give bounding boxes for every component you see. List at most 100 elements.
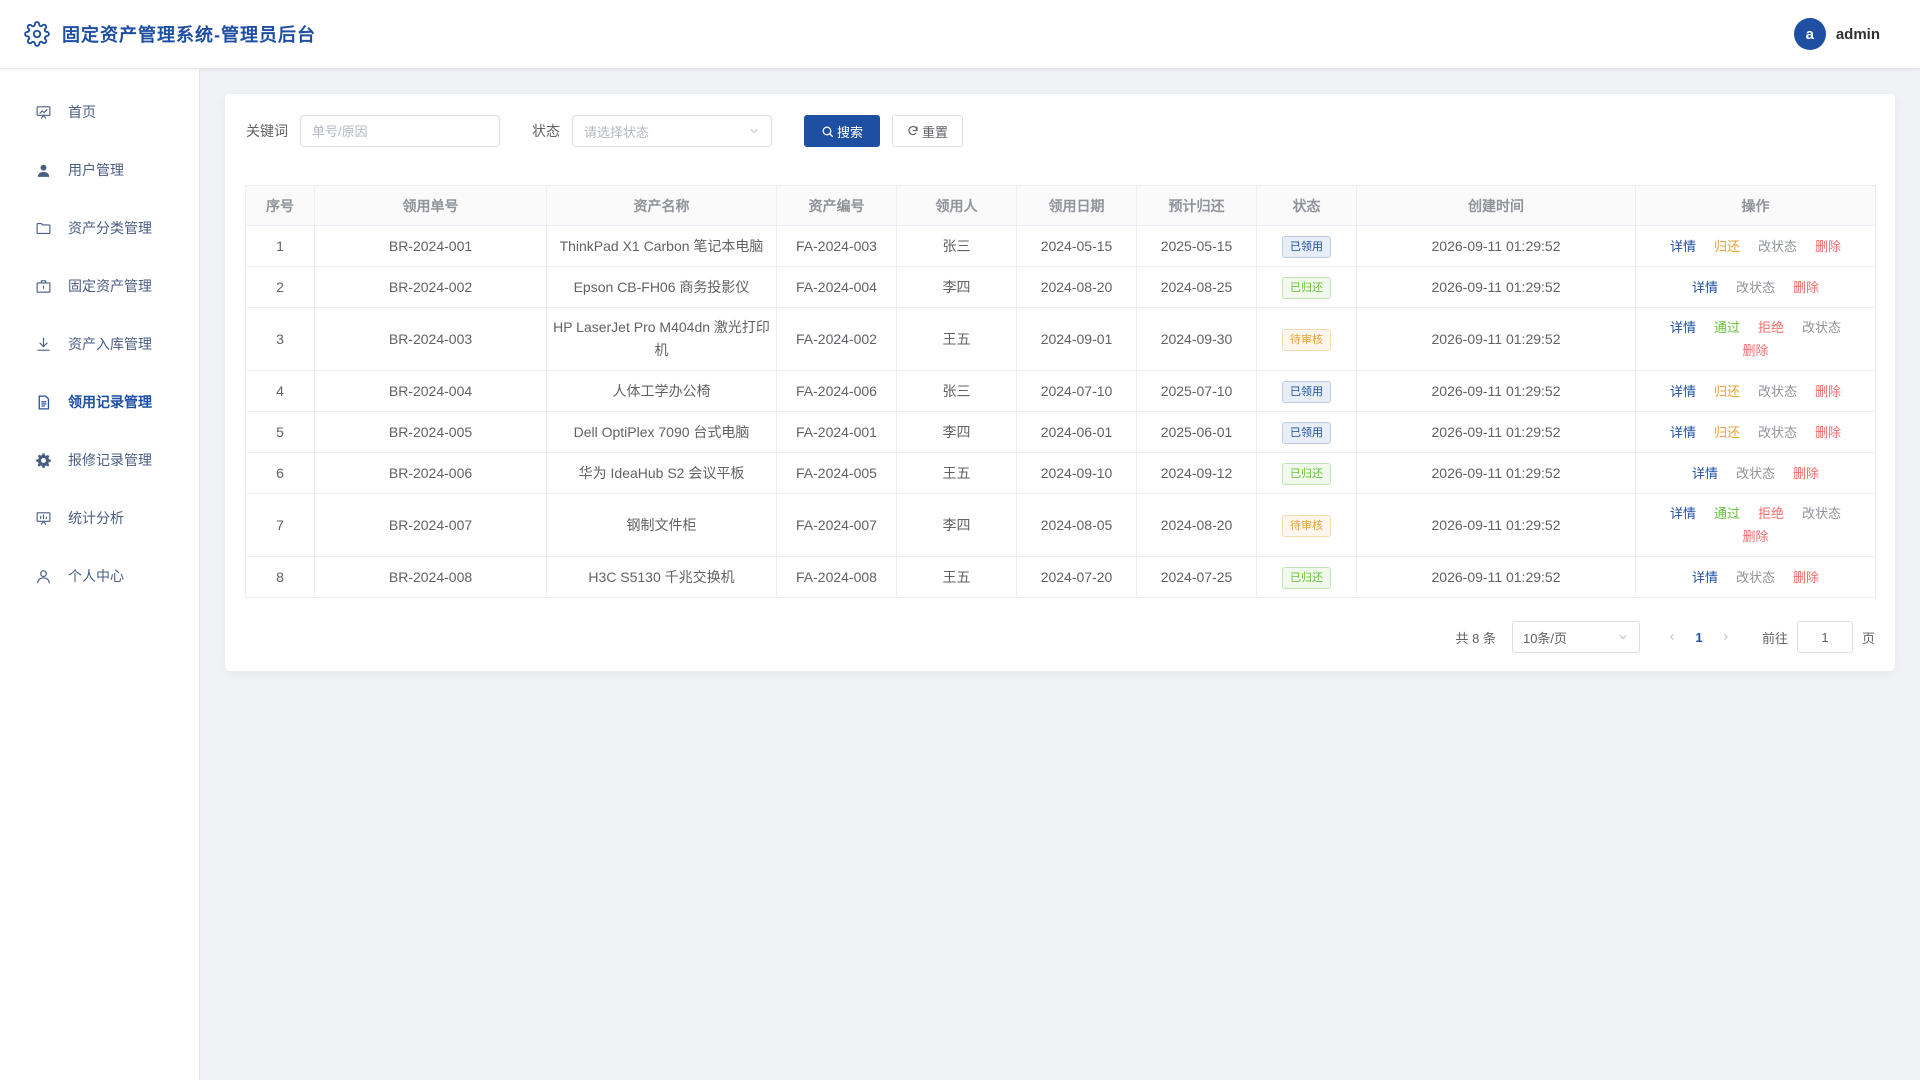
delete-link[interactable]: 删除: [1815, 380, 1841, 403]
sidebar-item-repair-records[interactable]: 报修记录管理: [0, 431, 199, 489]
cell-person: 李四: [896, 266, 1017, 308]
change-status-link[interactable]: 改状态: [1802, 316, 1841, 339]
cell-code: FA-2024-003: [776, 225, 897, 267]
cell-actions: 详情 通过 拒绝 改状态删除: [1635, 307, 1876, 371]
cell-person: 张三: [896, 370, 1017, 412]
app-title: 固定资产管理系统-管理员后台: [62, 25, 316, 45]
goto-page-input[interactable]: [1796, 621, 1853, 653]
sidebar-item-label: 个人中心: [68, 568, 124, 584]
detail-link[interactable]: 详情: [1670, 421, 1696, 444]
cell-date: 2024-09-01: [1016, 307, 1137, 371]
table-body: 1 BR-2024-001 ThinkPad X1 Carbon 笔记本电脑 FA-2…: [245, 225, 1876, 598]
cell-created: 2026-09-11 01:29:52: [1356, 556, 1636, 598]
filter-bar: 关键词 状态 请选择状态 搜索 重置: [246, 115, 964, 147]
delete-link[interactable]: 删除: [1793, 276, 1819, 299]
cell-actions: 详情 通过 拒绝 改状态删除: [1635, 493, 1876, 557]
sidebar-item-label: 资产分类管理: [68, 220, 152, 236]
change-status-link[interactable]: 改状态: [1758, 235, 1797, 258]
table-row: 1 BR-2024-001 ThinkPad X1 Carbon 笔记本电脑 FA-2…: [245, 225, 1876, 267]
cell-date: 2024-07-20: [1016, 556, 1137, 598]
table-row: 6 BR-2024-006 华为 IdeaHub S2 会议平板 FA-2024-00…: [245, 452, 1876, 494]
table-row: 4 BR-2024-004 人体工学办公椅 FA-2024-006 张三 2024-07-…: [245, 370, 1876, 412]
detail-link[interactable]: 详情: [1692, 276, 1718, 299]
detail-link[interactable]: 详情: [1692, 566, 1718, 589]
top-header: 固定资产管理系统-管理员后台 a admin: [0, 0, 1920, 69]
status-select-placeholder: 请选择状态: [584, 124, 650, 140]
approve-link[interactable]: 通过: [1714, 502, 1740, 525]
delete-link[interactable]: 删除: [1815, 421, 1841, 444]
cell-date: 2024-08-20: [1016, 266, 1137, 308]
column-header: 资产名称: [546, 185, 777, 226]
sidebar-item-label: 固定资产管理: [68, 278, 152, 294]
cell-code: FA-2024-002: [776, 307, 897, 371]
search-button[interactable]: 搜索: [804, 115, 881, 147]
refresh-icon: [907, 125, 919, 137]
cell-order: BR-2024-006: [314, 452, 547, 494]
cell-no: 5: [245, 411, 315, 453]
sidebar-item-inbound[interactable]: 资产入库管理: [0, 315, 199, 373]
sidebar-item-home[interactable]: 首页: [0, 83, 199, 141]
cell-no: 3: [245, 307, 315, 371]
column-header: 领用单号: [314, 185, 547, 226]
change-status-link[interactable]: 改状态: [1736, 566, 1775, 589]
change-status-link[interactable]: 改状态: [1758, 421, 1797, 444]
change-status-link[interactable]: 改状态: [1736, 462, 1775, 485]
user-menu[interactable]: a admin: [1793, 18, 1880, 50]
delete-link[interactable]: 删除: [1793, 462, 1819, 485]
avatar[interactable]: a: [1793, 18, 1826, 50]
reset-button[interactable]: 重置: [892, 115, 964, 147]
change-status-link[interactable]: 改状态: [1802, 502, 1841, 525]
return-link[interactable]: 归还: [1714, 421, 1740, 444]
cell-due: 2024-08-20: [1136, 493, 1257, 557]
reject-link[interactable]: 拒绝: [1758, 502, 1784, 525]
delete-link[interactable]: 删除: [1815, 235, 1841, 258]
document-icon: [34, 393, 52, 411]
next-page-button[interactable]: [1714, 629, 1738, 645]
detail-link[interactable]: 详情: [1670, 235, 1696, 258]
reset-button-label: 重置: [922, 124, 949, 140]
prev-page-button[interactable]: [1660, 629, 1684, 645]
search-icon: [821, 125, 834, 138]
keyword-label: 关键词: [246, 123, 288, 139]
delete-link[interactable]: 删除: [1793, 566, 1819, 589]
page-number-current[interactable]: 1: [1684, 630, 1714, 645]
sidebar-item-profile[interactable]: 个人中心: [0, 547, 199, 605]
keyword-input[interactable]: [300, 115, 500, 147]
cell-order: BR-2024-005: [314, 411, 547, 453]
return-link[interactable]: 归还: [1714, 380, 1740, 403]
change-status-link[interactable]: 改状态: [1736, 276, 1775, 299]
return-link[interactable]: 归还: [1714, 235, 1740, 258]
sidebar-item-categories[interactable]: 资产分类管理: [0, 199, 199, 257]
cell-actions: 详情 归还 改状态 删除: [1635, 370, 1876, 412]
cell-status: 已归还: [1256, 266, 1357, 308]
cell-order: BR-2024-002: [314, 266, 547, 308]
delete-link[interactable]: 删除: [1742, 525, 1768, 548]
cell-date: 2024-08-05: [1016, 493, 1137, 557]
cell-due: 2024-09-30: [1136, 307, 1257, 371]
cell-due: 2024-09-12: [1136, 452, 1257, 494]
total-count: 共 8 条: [1455, 630, 1496, 646]
cell-code: FA-2024-007: [776, 493, 897, 557]
sidebar-item-statistics[interactable]: 统计分析: [0, 489, 199, 547]
detail-link[interactable]: 详情: [1670, 380, 1696, 403]
username[interactable]: admin: [1836, 26, 1880, 43]
dashboard-icon: [34, 103, 52, 121]
detail-link[interactable]: 详情: [1692, 462, 1718, 485]
detail-link[interactable]: 详情: [1670, 316, 1696, 339]
page-size-select[interactable]: 10条/页: [1511, 621, 1640, 653]
cell-order: BR-2024-001: [314, 225, 547, 267]
status-select[interactable]: 请选择状态: [572, 115, 772, 147]
approve-link[interactable]: 通过: [1714, 316, 1740, 339]
pagination: 共 8 条 10条/页 1 前往 页: [1455, 621, 1875, 653]
cell-status: 已归还: [1256, 556, 1357, 598]
cell-asset: Epson CB-FH06 商务投影仪: [546, 266, 777, 308]
delete-link[interactable]: 删除: [1742, 339, 1768, 362]
sidebar-item-users[interactable]: 用户管理: [0, 141, 199, 199]
reject-link[interactable]: 拒绝: [1758, 316, 1784, 339]
detail-link[interactable]: 详情: [1670, 502, 1696, 525]
cell-status: 待审核: [1256, 493, 1357, 557]
sidebar-item-borrow-records[interactable]: 领用记录管理: [0, 373, 199, 431]
chevron-down-icon: [1617, 631, 1629, 643]
change-status-link[interactable]: 改状态: [1758, 380, 1797, 403]
sidebar-item-assets[interactable]: 固定资产管理: [0, 257, 199, 315]
